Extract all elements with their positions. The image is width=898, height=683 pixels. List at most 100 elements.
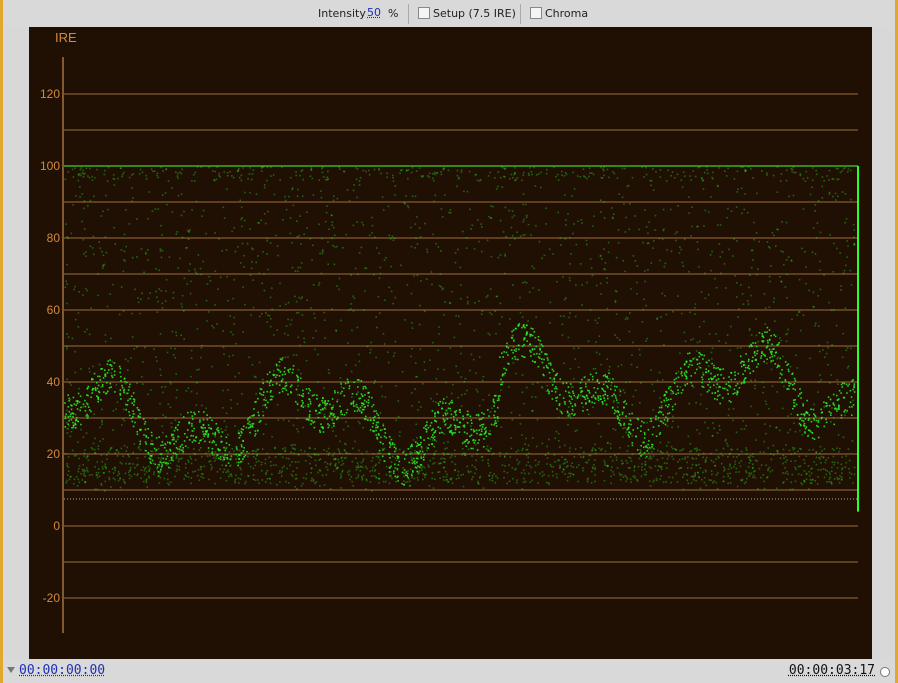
waveform-sample <box>627 434 630 436</box>
waveform-sample <box>717 185 719 188</box>
waveform-sample <box>708 389 710 392</box>
waveform-sample <box>594 397 596 399</box>
waveform-sample <box>833 463 835 466</box>
waveform-sample <box>381 449 384 451</box>
waveform-sample <box>620 459 623 462</box>
waveform-sample <box>601 401 604 403</box>
waveform-sample <box>188 439 191 441</box>
waveform-sample <box>131 336 134 338</box>
waveform-sample <box>583 451 585 454</box>
waveform-sample <box>564 194 566 196</box>
waveform-sample <box>483 413 485 415</box>
waveform-sample <box>195 404 198 406</box>
chroma-label[interactable]: Chroma <box>545 7 588 20</box>
waveform-sample <box>734 371 736 373</box>
waveform-sample <box>141 171 144 174</box>
waveform-sample <box>362 474 365 477</box>
waveform-sample <box>356 221 358 223</box>
waveform-sample <box>510 173 513 176</box>
waveform-sample <box>175 396 178 399</box>
waveform-sample <box>302 406 305 408</box>
waveform-sample <box>541 442 544 445</box>
waveform-sample <box>639 452 642 454</box>
waveform-sample <box>454 426 457 429</box>
waveform-sample <box>445 479 448 481</box>
waveform-sample <box>441 400 444 403</box>
waveform-sample <box>645 226 648 228</box>
waveform-sample <box>384 396 387 398</box>
waveform-sample <box>66 345 68 348</box>
waveform-sample <box>500 389 502 391</box>
intensity-value-scrubber[interactable]: 50 <box>367 6 381 19</box>
waveform-sample <box>508 386 510 388</box>
waveform-sample <box>133 401 136 403</box>
waveform-sample <box>366 345 369 348</box>
waveform-sample <box>821 176 824 178</box>
waveform-sample <box>407 177 409 180</box>
waveform-sample <box>443 466 446 469</box>
waveform-sample <box>676 173 679 176</box>
waveform-sample <box>640 430 642 432</box>
waveform-sample <box>66 302 68 305</box>
waveform-sample <box>811 437 814 439</box>
waveform-sample <box>631 354 633 356</box>
waveform-sample <box>571 195 573 197</box>
waveform-sample <box>98 391 101 394</box>
waveform-sample <box>177 460 180 463</box>
waveform-sample <box>710 470 713 472</box>
waveform-sample <box>808 470 810 473</box>
waveform-sample <box>687 352 689 355</box>
waveform-sample <box>85 255 87 257</box>
waveform-sample <box>228 444 231 446</box>
waveform-sample <box>460 345 462 348</box>
waveform-sample <box>573 394 575 397</box>
waveform-sample <box>641 420 643 423</box>
waveform-sample <box>717 455 720 458</box>
chroma-checkbox[interactable] <box>530 7 542 19</box>
waveform-sample <box>524 233 526 236</box>
setup-label[interactable]: Setup (7.5 IRE) <box>433 7 516 20</box>
waveform-sample <box>766 362 768 365</box>
waveform-sample <box>610 482 612 485</box>
waveform-sample <box>718 385 721 388</box>
waveform-sample <box>97 400 99 403</box>
waveform-sample <box>349 478 351 481</box>
waveform-sample <box>86 394 88 396</box>
waveform-sample <box>476 449 479 451</box>
waveform-sample <box>459 266 462 269</box>
waveform-sample <box>278 365 281 367</box>
waveform-sample <box>828 411 831 413</box>
waveform-sample <box>481 426 484 428</box>
waveform-sample <box>597 395 599 397</box>
waveform-sample <box>227 389 229 391</box>
waveform-sample <box>242 331 244 333</box>
waveform-sample <box>257 479 259 481</box>
waveform-sample <box>157 475 159 478</box>
waveform-sample <box>803 414 806 417</box>
waveform-sample <box>485 435 488 437</box>
waveform-sample <box>377 452 380 454</box>
waveform-sample <box>191 180 193 182</box>
waveform-sample <box>193 448 195 450</box>
waveform-sample <box>544 454 547 456</box>
waveform-sample <box>229 170 231 173</box>
waveform-sample <box>644 468 646 471</box>
waveform-sample <box>568 395 571 397</box>
waveform-sample <box>679 449 681 452</box>
waveform-sample <box>621 463 623 465</box>
waveform-sample <box>623 401 625 403</box>
setup-checkbox[interactable] <box>418 7 430 19</box>
waveform-sample <box>648 480 651 482</box>
waveform-sample <box>388 441 391 443</box>
waveform-sample <box>582 469 584 472</box>
waveform-sample <box>296 428 298 430</box>
waveform-sample <box>68 400 70 402</box>
waveform-sample <box>516 459 518 461</box>
waveform-sample <box>800 474 803 476</box>
waveform-sample <box>155 437 158 439</box>
waveform-sample <box>170 459 173 461</box>
waveform-sample <box>67 237 69 239</box>
waveform-sample <box>132 197 134 199</box>
waveform-sample <box>209 416 211 419</box>
waveform-sample <box>534 396 537 398</box>
